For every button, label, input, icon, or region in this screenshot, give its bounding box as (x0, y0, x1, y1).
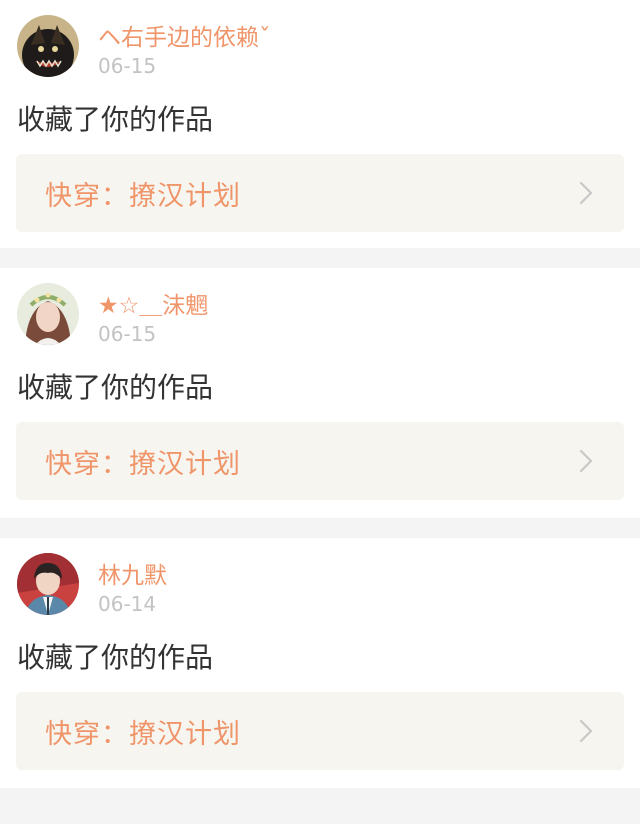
chevron-right-icon (574, 181, 598, 205)
activity-text: 收藏了你的作品 (17, 103, 214, 136)
chevron-right-icon (574, 719, 598, 743)
activity-text: 收藏了你的作品 (17, 641, 214, 674)
notification-feed: ヘ右手边的依赖ˇ 06-15 收藏了你的作品 快穿：撩汉计划 ★☆＿沫魍 06-… (0, 0, 640, 788)
notification-card: ★☆＿沫魍 06-15 收藏了你的作品 快穿：撩汉计划 (0, 268, 640, 518)
notification-card: 林九默 06-14 收藏了你的作品 快穿：撩汉计划 (0, 538, 640, 788)
work-link[interactable]: 快穿：撩汉计划 (16, 692, 624, 770)
avatar[interactable] (17, 553, 79, 615)
username[interactable]: 林九默 (98, 556, 167, 590)
timestamp: 06-15 (98, 322, 157, 346)
timestamp: 06-14 (98, 592, 157, 616)
work-title: 快穿：撩汉计划 (45, 180, 241, 212)
username[interactable]: ★☆＿沫魍 (98, 286, 208, 320)
chevron-right-icon (574, 449, 598, 473)
username[interactable]: ヘ右手边的依赖ˇ (98, 18, 271, 52)
work-link[interactable]: 快穿：撩汉计划 (16, 154, 624, 232)
work-title: 快穿：撩汉计划 (45, 718, 241, 750)
work-title: 快穿：撩汉计划 (45, 448, 241, 480)
avatar[interactable] (17, 283, 79, 345)
timestamp: 06-15 (98, 54, 157, 78)
avatar[interactable] (17, 15, 79, 77)
notification-card: ヘ右手边的依赖ˇ 06-15 收藏了你的作品 快穿：撩汉计划 (0, 0, 640, 248)
work-link[interactable]: 快穿：撩汉计划 (16, 422, 624, 500)
activity-text: 收藏了你的作品 (17, 371, 214, 404)
